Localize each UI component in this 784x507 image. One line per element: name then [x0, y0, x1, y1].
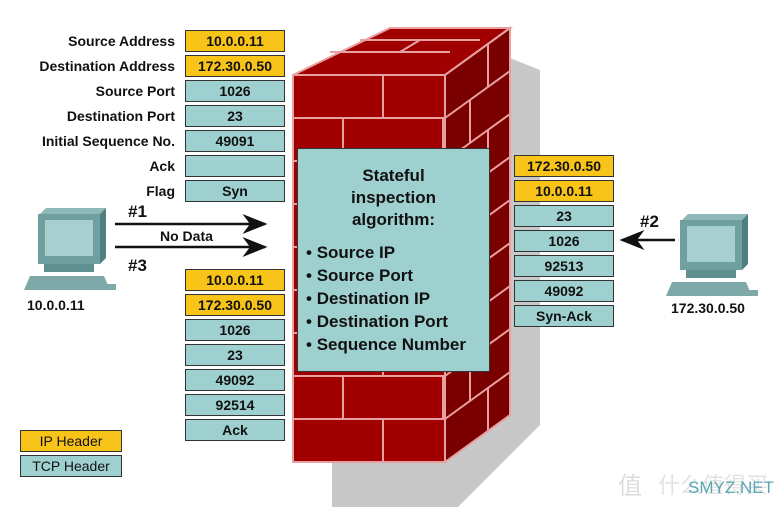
step2-label: #2 [640, 212, 659, 231]
algorithm-title: Stateful inspection algorithm: [298, 165, 489, 231]
algorithm-item: Destination Port [306, 310, 489, 333]
packet3-field-value: 172.30.0.50 [185, 294, 285, 316]
algorithm-item: Destination IP [306, 287, 489, 310]
packet1-field-label: Flag [146, 183, 175, 199]
packet1-field-value: 1026 [185, 80, 285, 102]
packet2-field-value: 10.0.0.11 [514, 180, 614, 202]
packet1-field-value: 172.30.0.50 [185, 55, 285, 77]
title-line: inspection [350, 188, 436, 207]
packet1-field-label: Destination Address [39, 58, 175, 74]
stateful-inspection-box: Stateful inspection algorithm: Source IP… [297, 148, 490, 372]
packet1-field-value: 23 [185, 105, 285, 127]
legend-tcp-header: TCP Header [20, 455, 122, 477]
title-line: algorithm: [351, 210, 436, 229]
step3-label: #3 [128, 256, 147, 275]
packet3-field-value: 10.0.0.11 [185, 269, 285, 291]
step1-label: #1 [128, 202, 147, 221]
packet3-field-value: 1026 [185, 319, 285, 341]
no-data-label: No Data [160, 228, 213, 244]
packet2-field-value: 92513 [514, 255, 614, 277]
packet3-field-value: Ack [185, 419, 285, 441]
host-right-ip: 172.30.0.50 [671, 300, 745, 316]
packet1-field-value [185, 155, 285, 177]
packet2-field-value: Syn-Ack [514, 305, 614, 327]
host-left-ip: 10.0.0.11 [27, 297, 85, 313]
algorithm-item: Sequence Number [306, 333, 489, 356]
packet1-field-label: Ack [149, 158, 175, 174]
packet1-field-value: 10.0.0.11 [185, 30, 285, 52]
packet2-field-value: 172.30.0.50 [514, 155, 614, 177]
packet1-field-label: Source Port [95, 83, 175, 99]
packet1-field-label: Source Address [68, 33, 175, 49]
stateful-firewall-diagram: Source Address 10.0.0.11 Destination Addre… [0, 0, 784, 507]
packet3-field-value: 23 [185, 344, 285, 366]
algorithm-item: Source Port [306, 264, 489, 287]
packet3-field-value: 92514 [185, 394, 285, 416]
algorithm-list: Source IP Source Port Destination IP Des… [306, 241, 489, 356]
packet2-field-value: 49092 [514, 280, 614, 302]
title-line: Stateful [362, 166, 425, 185]
packet1-field-label: Initial Sequence No. [41, 133, 175, 149]
packet3-field-value: 49092 [185, 369, 285, 391]
algorithm-item: Source IP [306, 241, 489, 264]
packet1-field-label: Destination Port [66, 108, 175, 124]
packet2-field-value: 1026 [514, 230, 614, 252]
packet1-field-value: Syn [185, 180, 285, 202]
legend-ip-header: IP Header [20, 430, 122, 452]
packet2-field-value: 23 [514, 205, 614, 227]
watermark-logo: 值 [618, 473, 642, 500]
packet1-field-value: 49091 [185, 130, 285, 152]
watermark-site: SMYZ.NET [688, 478, 774, 497]
